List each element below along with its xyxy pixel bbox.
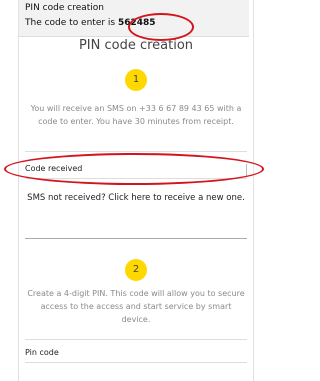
code-highlight-annotation — [128, 13, 194, 41]
divider — [25, 238, 247, 239]
divider — [25, 151, 247, 152]
notification-title: PIN code creation — [25, 3, 104, 13]
app-screen: PIN code creation The code to enter is 5… — [18, 0, 254, 381]
divider — [25, 339, 247, 340]
step-1-description: You will receive an SMS on +33 6 67 89 4… — [30, 104, 242, 126]
step-1-badge: 1 — [125, 69, 147, 91]
field-highlight-annotation — [4, 153, 264, 185]
page-title: PIN code creation — [78, 38, 194, 53]
pin-code-field[interactable]: Pin code — [25, 348, 247, 363]
step-2-badge: 2 — [125, 259, 147, 281]
notification-message-prefix: The code to enter is — [25, 18, 116, 28]
resend-sms-link[interactable]: SMS not received? Click here to receive … — [25, 193, 247, 203]
step-2-description: Create a 4-digit PIN. This code will all… — [27, 289, 245, 324]
